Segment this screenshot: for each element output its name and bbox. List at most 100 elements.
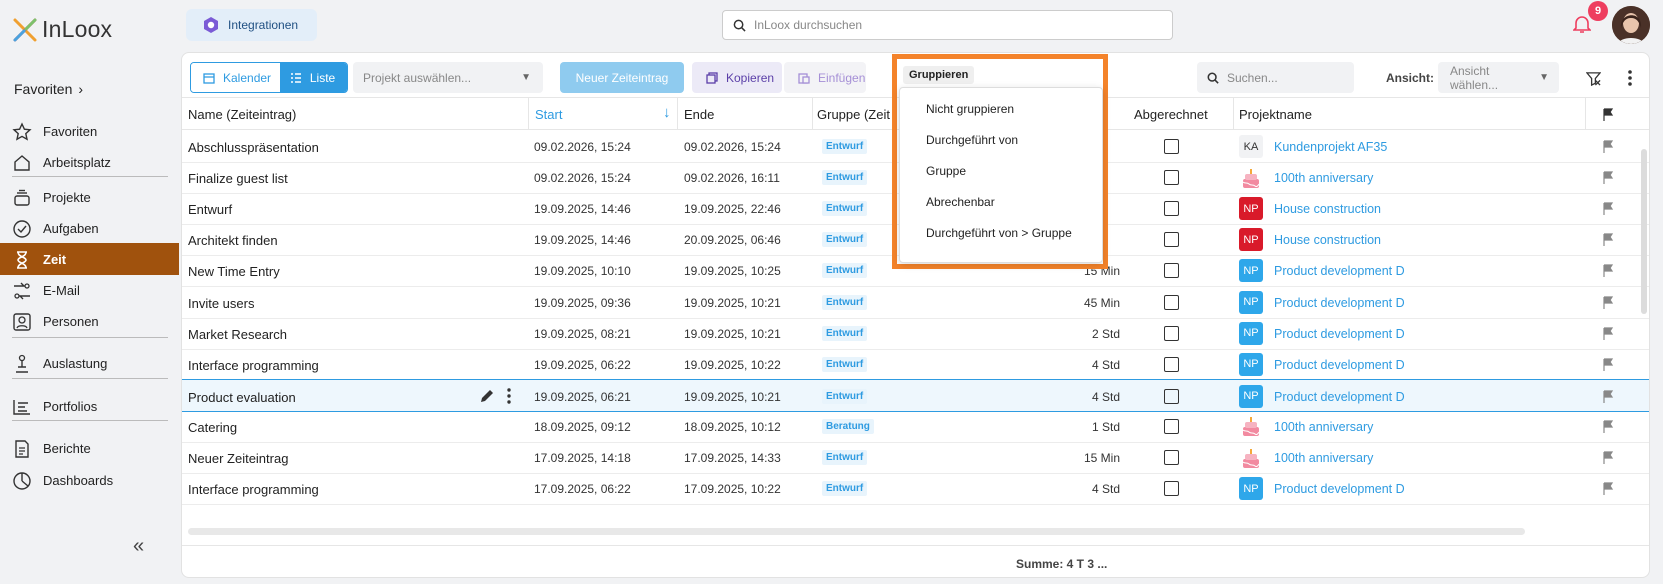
sidebar-item-berichte[interactable]: Berichte [0, 432, 179, 464]
flag-icon[interactable] [1602, 171, 1614, 185]
entry-name[interactable]: Product evaluation [188, 390, 296, 405]
column-header-project[interactable]: Projektname [1239, 107, 1312, 122]
entry-name[interactable]: Architekt finden [188, 233, 278, 248]
entry-name[interactable]: Invite users [188, 296, 254, 311]
new-time-entry-button[interactable]: Neuer Zeiteintrag [560, 62, 684, 93]
paste-button[interactable]: Einfügen [784, 62, 866, 93]
sidebar-item-personen[interactable]: Personen [0, 305, 179, 337]
billed-checkbox[interactable] [1164, 418, 1179, 434]
table-row[interactable]: Neuer Zeiteintrag 17.09.2025, 14:18 17.09.… [182, 441, 1649, 474]
integrations-button[interactable]: Integrationen [186, 9, 317, 41]
inloox-logo[interactable]: InLoox [12, 16, 112, 43]
flag-icon[interactable] [1602, 233, 1614, 247]
table-row[interactable]: Market Research 19.09.2025, 08:21 19.09.20… [182, 317, 1649, 350]
entry-name[interactable]: Market Research [188, 327, 287, 342]
billed-checkbox[interactable] [1164, 481, 1179, 497]
flag-icon[interactable] [1602, 264, 1614, 278]
entry-name[interactable]: Neuer Zeiteintrag [188, 451, 288, 466]
table-row[interactable]: Product evaluation 19.09.2025, 06:21 19.09… [182, 378, 1649, 412]
sort-descending-icon[interactable]: ↓ [663, 104, 671, 121]
sidebar-item-portfolios[interactable]: Portfolios [0, 390, 179, 422]
billed-checkbox[interactable] [1164, 388, 1179, 404]
flag-icon[interactable] [1602, 202, 1614, 216]
sidebar-item-dashboards[interactable]: Dashboards [0, 464, 179, 496]
group-option-none[interactable]: Nicht gruppieren [926, 102, 1014, 116]
sidebar-item-favoriten[interactable]: Favoriten [0, 115, 179, 147]
sidebar-item-aufgaben[interactable]: Aufgaben [0, 212, 179, 244]
sidebar-item-email[interactable]: E-Mail [0, 274, 179, 306]
horizontal-scrollbar[interactable] [188, 528, 1525, 535]
table-row[interactable]: Interface programming 19.09.2025, 06:22 19… [182, 348, 1649, 381]
flag-icon[interactable] [1602, 326, 1614, 340]
global-search-input[interactable]: InLoox durchsuchen [722, 10, 1173, 40]
project-link[interactable]: Product development D [1274, 264, 1405, 278]
project-link[interactable]: Product development D [1274, 358, 1405, 372]
project-link[interactable]: Product development D [1274, 482, 1405, 496]
user-avatar[interactable] [1612, 6, 1650, 44]
list-view-button[interactable]: Liste [279, 63, 347, 92]
entry-name[interactable]: Entwurf [188, 202, 232, 217]
billed-checkbox[interactable] [1164, 356, 1179, 372]
project-link[interactable]: Product development D [1274, 390, 1405, 404]
column-header-group[interactable]: Gruppe (Zeit [817, 107, 890, 122]
column-header-start[interactable]: Start [535, 107, 562, 122]
bell-icon[interactable] [1573, 14, 1591, 34]
more-options-icon[interactable] [1628, 70, 1632, 86]
favorites-header[interactable]: Favoriten › [14, 81, 83, 97]
billed-checkbox[interactable] [1164, 201, 1179, 217]
flag-icon[interactable] [1602, 451, 1614, 464]
sidebar-item-projekte[interactable]: Projekte [0, 181, 179, 213]
collapse-sidebar-icon[interactable]: « [133, 535, 144, 558]
billed-checkbox[interactable] [1164, 263, 1179, 279]
flag-icon[interactable] [1602, 390, 1614, 403]
edit-pencil-icon[interactable] [479, 388, 495, 404]
column-header-end[interactable]: Ende [684, 107, 714, 122]
entry-name[interactable]: Catering [188, 420, 237, 435]
billed-checkbox[interactable] [1164, 294, 1179, 310]
group-option-billable[interactable]: Abrechenbar [926, 195, 995, 209]
column-header-billed[interactable]: Abgerechnet [1134, 107, 1208, 122]
table-search-input[interactable]: Suchen... [1197, 62, 1354, 93]
project-select[interactable]: Projekt auswählen... ▼ [353, 62, 543, 93]
project-link[interactable]: 100th anniversary [1274, 171, 1373, 185]
sidebar-item-zeit[interactable]: Zeit [0, 243, 179, 275]
entry-name[interactable]: Finalize guest list [188, 171, 288, 186]
flag-icon[interactable] [1602, 140, 1614, 153]
entry-name[interactable]: New Time Entry [188, 264, 280, 279]
group-option-group[interactable]: Gruppe [926, 164, 966, 178]
group-option-performed-by[interactable]: Durchgeführt von [926, 133, 1018, 147]
flag-icon[interactable] [1602, 108, 1614, 121]
table-row[interactable]: Catering 18.09.2025, 09:12 18.09.2025, 10:… [182, 410, 1649, 443]
project-link[interactable]: 100th anniversary [1274, 451, 1373, 465]
row-more-icon[interactable] [507, 388, 511, 404]
project-link[interactable]: House construction [1274, 233, 1381, 247]
copy-button[interactable]: Kopieren [692, 62, 782, 93]
billed-checkbox[interactable] [1164, 450, 1179, 465]
project-link[interactable]: Product development D [1274, 296, 1405, 310]
project-link[interactable]: Product development D [1274, 327, 1405, 341]
project-link[interactable]: 100th anniversary [1274, 420, 1373, 434]
sidebar-item-auslastung[interactable]: Auslastung [0, 347, 179, 379]
view-select[interactable]: Ansicht wählen... ▼ [1438, 62, 1559, 93]
flag-icon[interactable] [1602, 420, 1614, 433]
project-link[interactable]: Kundenprojekt AF35 [1274, 140, 1387, 154]
group-option-performed-by-group[interactable]: Durchgeführt von > Gruppe [926, 226, 1072, 240]
column-header-name[interactable]: Name (Zeiteintrag) [188, 107, 296, 122]
flag-icon[interactable] [1602, 295, 1614, 309]
billed-checkbox[interactable] [1164, 139, 1179, 154]
entry-name[interactable]: Abschlusspräsentation [188, 140, 319, 155]
filter-off-icon[interactable] [1586, 71, 1601, 86]
flag-icon[interactable] [1602, 358, 1614, 371]
table-row[interactable]: Interface programming 17.09.2025, 06:22 17… [182, 472, 1649, 506]
billed-checkbox[interactable] [1164, 232, 1179, 248]
project-link[interactable]: House construction [1274, 202, 1381, 216]
entry-name[interactable]: Interface programming [188, 482, 319, 497]
table-row[interactable]: Invite users 19.09.2025, 09:36 19.09.2025,… [182, 286, 1649, 319]
sidebar-item-arbeitsplatz[interactable]: Arbeitsplatz [0, 146, 179, 178]
calendar-view-button[interactable]: Kalender [191, 63, 280, 92]
entry-name[interactable]: Interface programming [188, 358, 319, 373]
group-button[interactable]: Gruppieren [903, 66, 975, 84]
flag-icon[interactable] [1602, 482, 1614, 496]
vertical-scrollbar[interactable] [1641, 149, 1647, 314]
billed-checkbox[interactable] [1164, 170, 1179, 186]
